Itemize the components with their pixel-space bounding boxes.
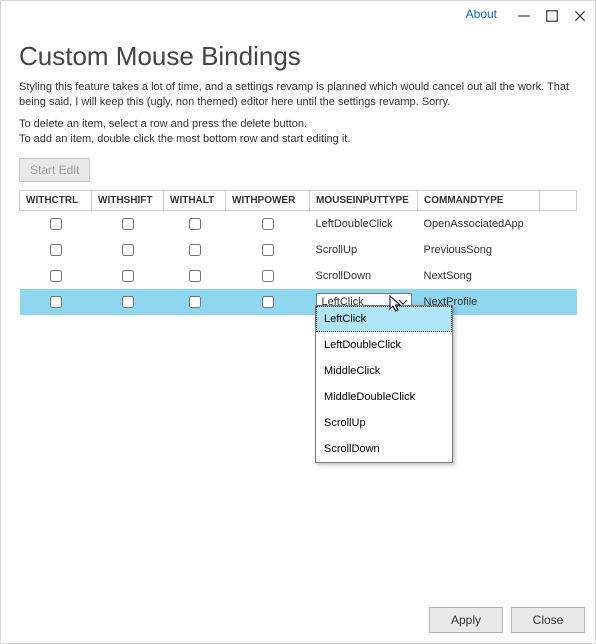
table-header-row: WITHCTRL WITHSHIFT WITHALT WITHPOWER MOU…	[20, 190, 577, 210]
checkbox-power[interactable]	[262, 296, 274, 308]
col-commandtype[interactable]: COMMANDTYPE	[418, 190, 540, 210]
checkbox-ctrl[interactable]	[50, 218, 62, 230]
mouseinput-value: LeftDoubleClick	[310, 210, 418, 237]
col-spacer	[540, 190, 577, 210]
dropdown-option[interactable]: LeftClick	[316, 306, 452, 332]
close-icon[interactable]	[573, 9, 587, 23]
command-value: OpenAssociatedApp	[418, 210, 540, 237]
checkbox-shift[interactable]	[122, 296, 134, 308]
table-row[interactable]: ScrollUpPreviousSong	[20, 237, 577, 263]
col-withshift[interactable]: WITHSHIFT	[92, 190, 164, 210]
checkbox-alt[interactable]	[189, 296, 201, 308]
col-withctrl[interactable]: WITHCTRL	[20, 190, 92, 210]
settings-window: About Custom Mouse Bindings Styling this…	[0, 0, 596, 644]
dropdown-option[interactable]: ScrollDown	[316, 436, 452, 462]
start-edit-button: Start Edit	[19, 158, 90, 182]
col-withpower[interactable]: WITHPOWER	[226, 190, 310, 210]
checkbox-power[interactable]	[262, 244, 274, 256]
footer-buttons: Apply Close	[419, 597, 595, 643]
checkbox-shift[interactable]	[122, 218, 134, 230]
apply-button[interactable]: Apply	[429, 607, 503, 633]
dropdown-option[interactable]: MiddleDoubleClick	[316, 384, 452, 410]
mouseinput-dropdown[interactable]: LeftClickLeftDoubleClickMiddleClickMiddl…	[315, 305, 453, 463]
table-row[interactable]: ScrollDownNextSong	[20, 263, 577, 289]
about-link[interactable]: About	[466, 7, 497, 21]
col-mouseinputtype[interactable]: MOUSEINPUTTYPE	[310, 190, 418, 210]
mouseinput-value: ScrollUp	[310, 237, 418, 263]
checkbox-ctrl[interactable]	[50, 270, 62, 282]
command-value: NextSong	[418, 263, 540, 289]
checkbox-alt[interactable]	[189, 270, 201, 282]
table-row[interactable]: LeftDoubleClickOpenAssociatedApp	[20, 210, 577, 237]
checkbox-power[interactable]	[262, 270, 274, 282]
table-row[interactable]: LeftClickNextProfile	[20, 289, 577, 315]
close-button[interactable]: Close	[511, 607, 585, 633]
checkbox-alt[interactable]	[189, 218, 201, 230]
checkbox-shift[interactable]	[122, 244, 134, 256]
page-title: Custom Mouse Bindings	[19, 41, 577, 72]
mouse-cursor-icon	[389, 295, 403, 313]
checkbox-shift[interactable]	[122, 270, 134, 282]
command-value: PreviousSong	[418, 237, 540, 263]
description-text: Styling this feature takes a lot of time…	[19, 80, 577, 148]
maximize-icon[interactable]	[545, 9, 559, 23]
bindings-table[interactable]: WITHCTRL WITHSHIFT WITHALT WITHPOWER MOU…	[19, 190, 577, 315]
checkbox-alt[interactable]	[189, 244, 201, 256]
checkbox-ctrl[interactable]	[50, 244, 62, 256]
titlebar: About	[1, 1, 595, 29]
dropdown-option[interactable]: LeftDoubleClick	[316, 332, 452, 358]
minimize-icon[interactable]	[517, 9, 531, 23]
dropdown-option[interactable]: MiddleClick	[316, 358, 452, 384]
mouseinput-value: ScrollDown	[310, 263, 418, 289]
checkbox-ctrl[interactable]	[50, 296, 62, 308]
content-area: Custom Mouse Bindings Styling this featu…	[1, 29, 595, 315]
checkbox-power[interactable]	[262, 218, 274, 230]
col-withalt[interactable]: WITHALT	[164, 190, 226, 210]
dropdown-option[interactable]: ScrollUp	[316, 410, 452, 436]
